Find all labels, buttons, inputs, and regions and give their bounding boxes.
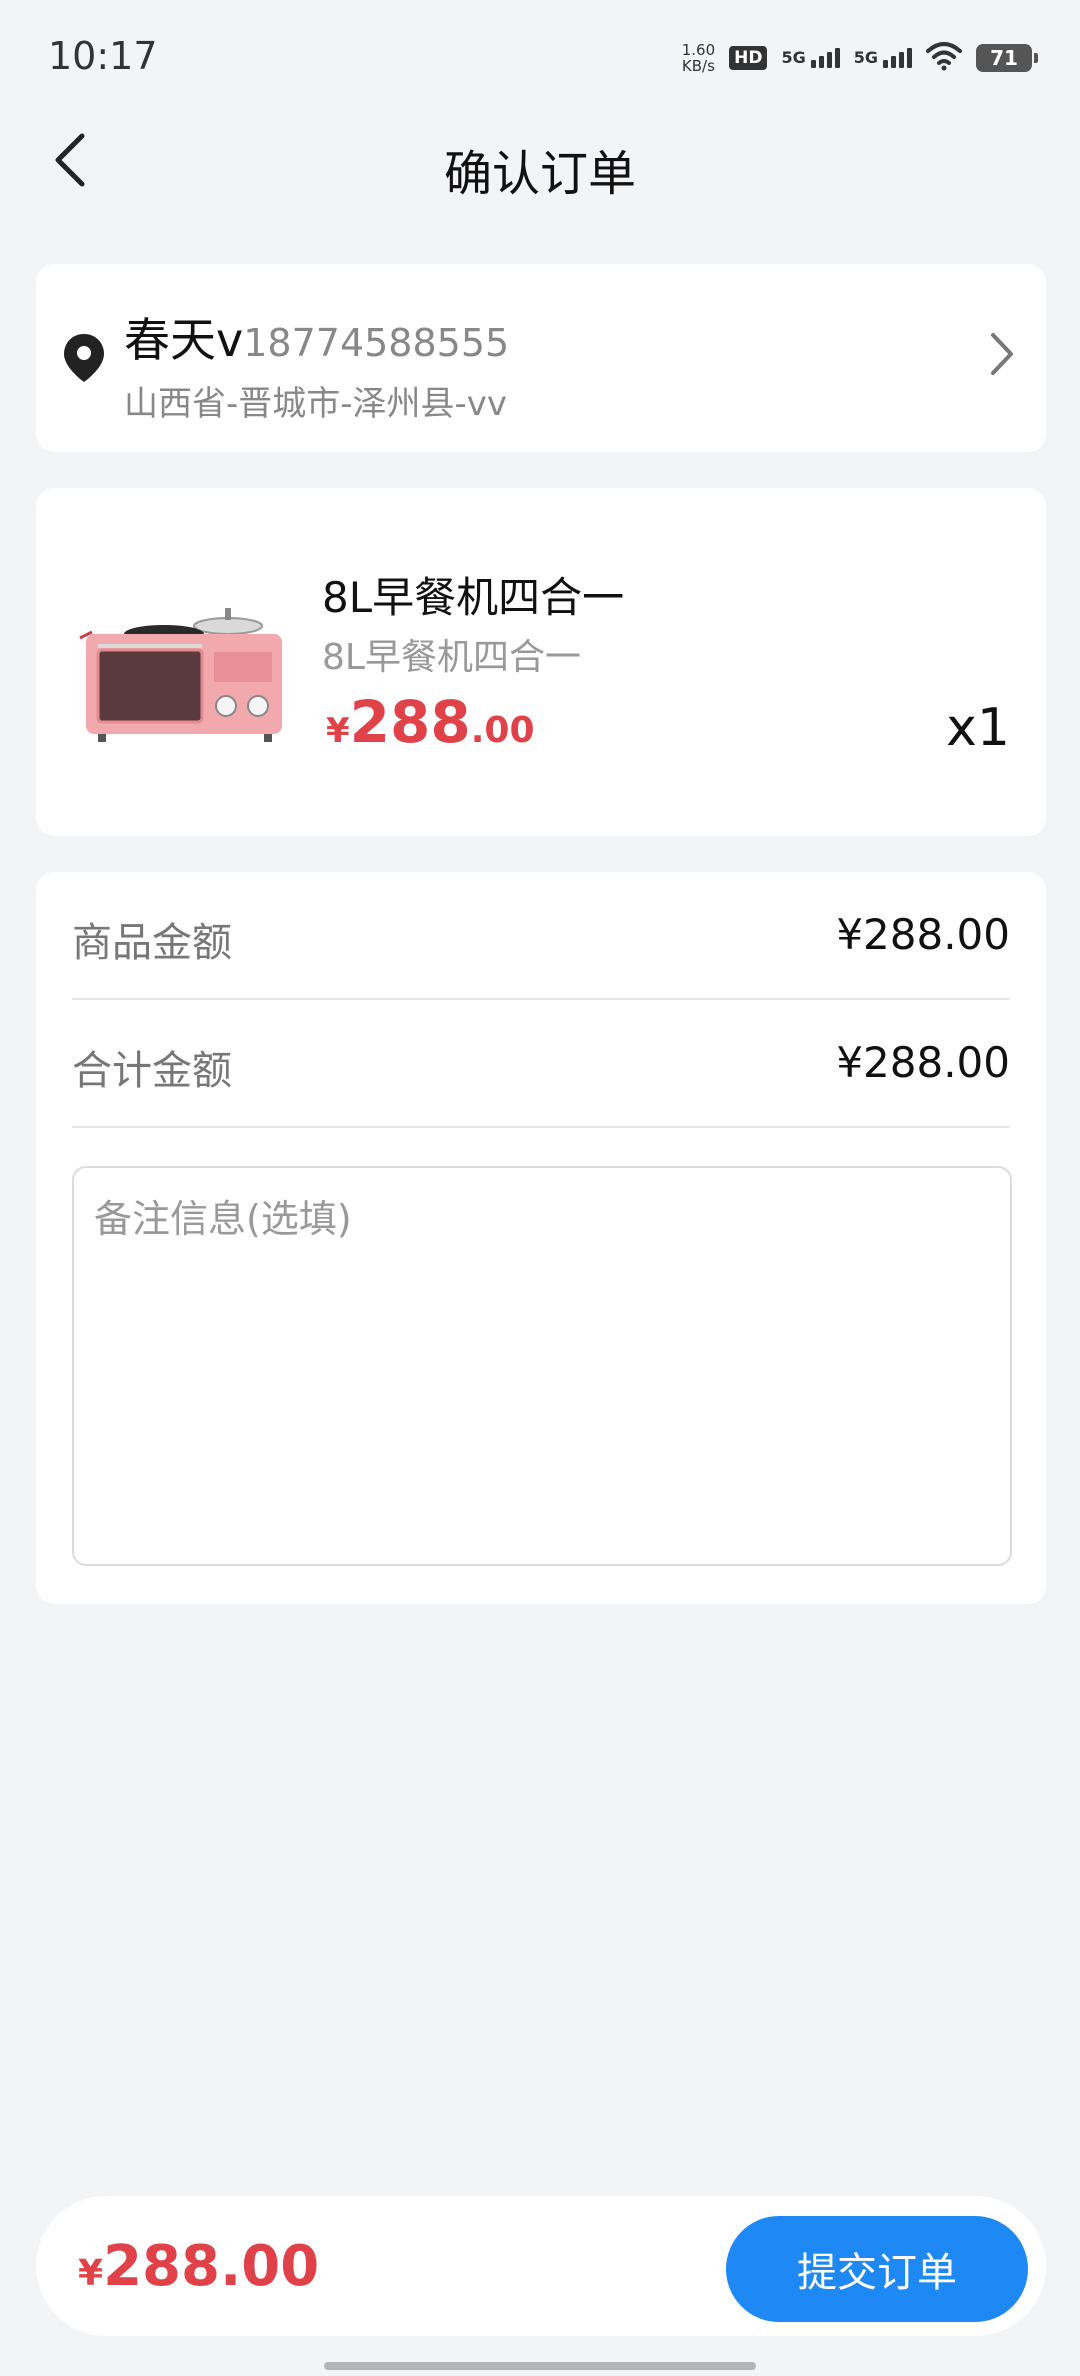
product-image[interactable]: [76, 598, 306, 748]
hd-icon: HD: [729, 46, 768, 70]
location-pin-icon: [62, 332, 106, 388]
sim2-network-label: 5G: [853, 48, 878, 67]
network-speed-unit: KB/s: [681, 57, 715, 75]
home-indicator[interactable]: [324, 2362, 756, 2370]
price-currency: ¥: [326, 711, 350, 751]
network-speed: 1.60 KB/s: [682, 42, 715, 74]
product-spec: 8L早餐机四合一: [322, 637, 581, 678]
price-integer: 288: [349, 688, 471, 756]
status-time: 10:17: [48, 34, 158, 78]
product-quantity: x1: [946, 698, 1010, 758]
status-icons: 1.60 KB/s HD 5G 5G 71: [682, 38, 1038, 78]
remark-input[interactable]: [72, 1166, 1012, 1566]
address-detail: 山西省-晋城市-泽州县-vv: [124, 384, 508, 424]
summary-card: 商品金额 ¥288.00 合计金额 ¥288.00: [36, 872, 1046, 1604]
signal-icon-sim2: 5G: [854, 48, 912, 68]
header: 确认订单: [0, 110, 1080, 214]
price-decimal: .00: [470, 710, 535, 751]
bottom-total-price: ¥288.00: [78, 2234, 319, 2299]
product-card: 8L早餐机四合一 8L早餐机四合一 ¥288.00 x1: [36, 488, 1046, 836]
bottom-currency: ¥: [78, 2253, 104, 2294]
goods-amount-row: 商品金额 ¥288.00: [72, 872, 1010, 1000]
goods-amount-value: ¥288.00: [836, 910, 1010, 959]
chevron-right-icon: [988, 330, 1016, 382]
recipient-info: 春天v18774588555: [124, 304, 509, 370]
battery-icon: 71: [976, 44, 1038, 72]
status-bar: 10:17 1.60 KB/s HD 5G 5G 71: [0, 0, 1080, 110]
recipient-phone: 18774588555: [243, 321, 510, 365]
recipient-name: 春天v: [124, 313, 244, 367]
product-price: ¥288.00: [326, 688, 535, 756]
submit-order-button[interactable]: 提交订单: [726, 2216, 1028, 2322]
total-amount-row: 合计金额 ¥288.00: [72, 1000, 1010, 1128]
total-amount-label: 合计金额: [72, 1048, 232, 1094]
network-speed-value: 1.60: [681, 41, 716, 59]
goods-amount-label: 商品金额: [72, 920, 232, 966]
sim1-network-label: 5G: [781, 48, 806, 67]
bottom-total-value: 288.00: [103, 2234, 320, 2299]
total-amount-value: ¥288.00: [836, 1038, 1010, 1087]
bottom-bar: ¥288.00 提交订单: [36, 2196, 1046, 2336]
page-title: 确认订单: [443, 146, 636, 202]
product-name: 8L早餐机四合一: [322, 573, 625, 622]
wifi-icon: [926, 41, 962, 75]
address-card[interactable]: 春天v18774588555 山西省-晋城市-泽州县-vv: [36, 264, 1046, 452]
signal-icon-sim1: 5G: [781, 48, 840, 68]
